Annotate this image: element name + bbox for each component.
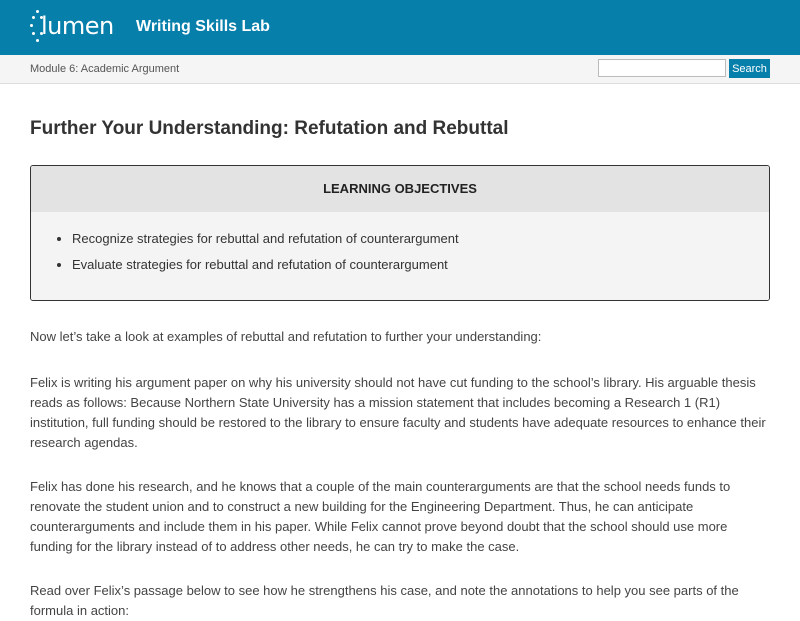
main-content: Further Your Understanding: Refutation a… — [30, 118, 770, 621]
passage-intro-paragraph: Read over Felix’s passage below to see h… — [30, 583, 739, 618]
search-button[interactable]: Search — [729, 59, 770, 78]
breadcrumb[interactable]: Module 6: Academic Argument — [30, 63, 179, 75]
site-title[interactable]: Writing Skills Lab — [136, 18, 270, 36]
thesis-paragraph: Felix is writing his argument paper on w… — [30, 375, 766, 450]
top-navigation-bar: lumen Writing Skills Lab — [0, 0, 800, 55]
intro-paragraph: Now let’s take a look at examples of reb… — [30, 329, 542, 344]
objective-item: Evaluate strategies for rebuttal and ref… — [72, 252, 769, 278]
learning-objectives-heading: LEARNING OBJECTIVES — [31, 166, 769, 212]
logo-text: lumen — [41, 12, 114, 40]
objectives-list: Recognize strategies for rebuttal and re… — [31, 212, 769, 278]
sub-navigation-bar: Module 6: Academic Argument Search — [0, 55, 800, 84]
learning-objectives-body: Recognize strategies for rebuttal and re… — [31, 212, 769, 300]
counterargument-paragraph: Felix has done his research, and he know… — [30, 479, 731, 554]
learning-objectives-box: LEARNING OBJECTIVES Recognize strategies… — [30, 165, 770, 301]
page-title: Further Your Understanding: Refutation a… — [30, 118, 509, 139]
objective-item: Recognize strategies for rebuttal and re… — [72, 226, 769, 252]
lumen-logo[interactable]: lumen — [30, 10, 114, 46]
search-input[interactable] — [598, 59, 726, 77]
